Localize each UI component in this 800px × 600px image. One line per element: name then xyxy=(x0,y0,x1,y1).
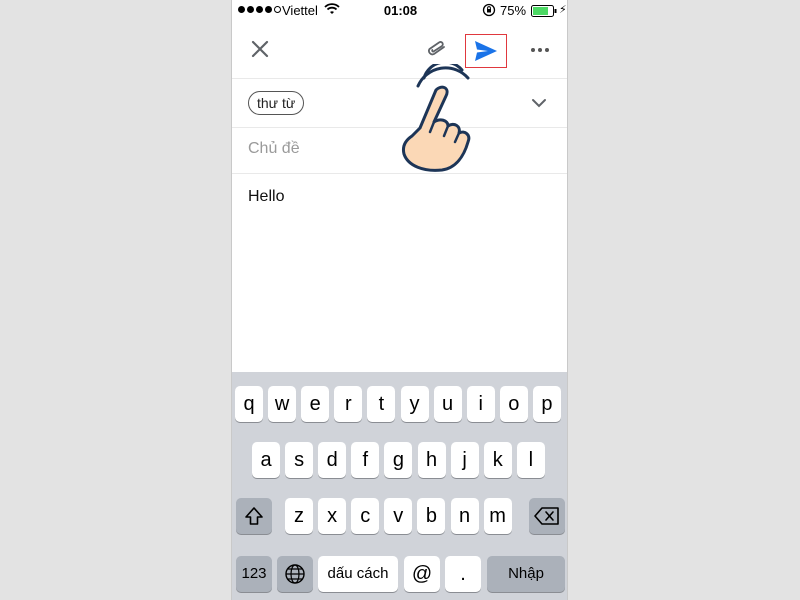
key-l[interactable]: l xyxy=(516,442,545,478)
key-m[interactable]: m xyxy=(483,498,512,534)
chevron-down-icon[interactable] xyxy=(530,94,548,112)
recipient-chip[interactable]: thư từ xyxy=(248,91,305,115)
key-n[interactable]: n xyxy=(450,498,479,534)
key-u[interactable]: u xyxy=(433,386,462,422)
key-x[interactable]: x xyxy=(318,498,347,534)
key-e[interactable]: e xyxy=(301,386,330,422)
more-options-button[interactable] xyxy=(526,40,554,60)
shift-key[interactable] xyxy=(236,498,272,534)
backspace-key[interactable] xyxy=(529,498,565,534)
paperclip-icon xyxy=(428,41,445,56)
key-d[interactable]: d xyxy=(318,442,347,478)
globe-key[interactable] xyxy=(277,556,313,592)
message-body[interactable]: Hello xyxy=(248,188,284,206)
tap-hand-icon xyxy=(402,64,471,172)
key-v[interactable]: v xyxy=(384,498,413,534)
key-k[interactable]: k xyxy=(483,442,512,478)
key-a[interactable]: a xyxy=(252,442,280,478)
subject-field[interactable]: Chủ đề xyxy=(248,140,300,158)
at-key[interactable]: @ xyxy=(404,556,440,592)
key-t[interactable]: t xyxy=(367,386,396,422)
key-o[interactable]: o xyxy=(499,386,528,422)
attach-button[interactable] xyxy=(424,38,450,62)
status-bar: Viettel 01:08 75% ⚡ xyxy=(232,0,567,22)
send-button[interactable] xyxy=(465,34,507,68)
shift-icon xyxy=(245,507,263,525)
numbers-key[interactable]: 123 xyxy=(236,556,272,592)
return-key[interactable]: Nhập xyxy=(487,556,565,592)
key-p[interactable]: p xyxy=(532,386,561,422)
battery-icon xyxy=(531,5,557,20)
send-icon xyxy=(475,41,497,61)
key-r[interactable]: r xyxy=(334,386,363,422)
rotation-lock-icon xyxy=(482,3,496,20)
key-s[interactable]: s xyxy=(285,442,314,478)
key-i[interactable]: i xyxy=(466,386,495,422)
key-q[interactable]: q xyxy=(235,386,263,422)
key-j[interactable]: j xyxy=(450,442,479,478)
dot-key[interactable]: . xyxy=(445,556,481,592)
charging-icon: ⚡ xyxy=(559,4,567,16)
backspace-icon xyxy=(534,507,559,525)
space-key[interactable]: dấu cách xyxy=(318,556,398,592)
key-y[interactable]: y xyxy=(400,386,429,422)
key-h[interactable]: h xyxy=(417,442,446,478)
on-screen-keyboard: qwertyuiop asdfghjkl zxcvbnm 123 dấu các… xyxy=(232,372,567,600)
key-g[interactable]: g xyxy=(384,442,413,478)
key-f[interactable]: f xyxy=(351,442,380,478)
key-w[interactable]: w xyxy=(268,386,297,422)
more-horizontal-icon xyxy=(531,48,535,52)
key-z[interactable]: z xyxy=(285,498,313,534)
phone-screen: Viettel 01:08 75% ⚡ thư từ Chủ đề Hello … xyxy=(231,0,568,600)
key-b[interactable]: b xyxy=(417,498,446,534)
globe-icon xyxy=(285,564,305,584)
close-button[interactable] xyxy=(248,37,272,61)
close-icon xyxy=(251,40,269,58)
battery-percentage: 75% xyxy=(500,3,527,18)
key-c[interactable]: c xyxy=(351,498,380,534)
